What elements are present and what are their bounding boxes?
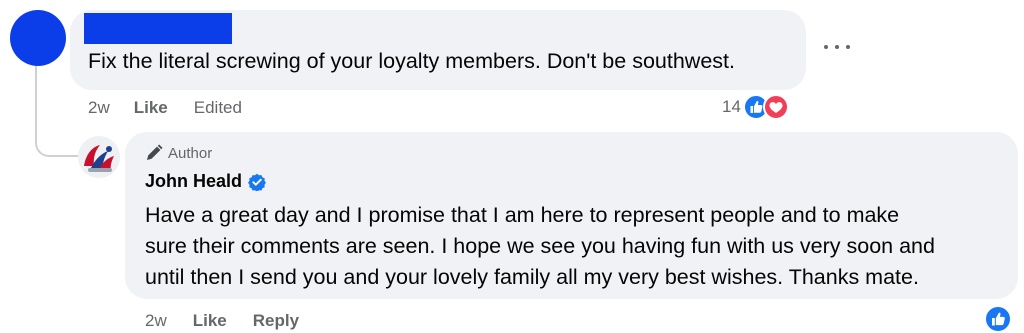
author-avatar[interactable] bbox=[78, 136, 120, 178]
verified-badge-icon bbox=[248, 173, 267, 191]
like-button[interactable]: Like bbox=[134, 98, 168, 118]
edited-label: Edited bbox=[193, 98, 242, 117]
author-avatar-image bbox=[78, 136, 120, 178]
author-badge-label: Author bbox=[168, 144, 213, 162]
author-name[interactable]: John Heald bbox=[145, 171, 242, 192]
love-icon bbox=[762, 94, 789, 120]
reply-text-line: sure their comments are seen. I hope we … bbox=[145, 234, 935, 258]
thread-connector-line bbox=[35, 66, 79, 157]
reply-bubble: Author John Heald Have a great day and I… bbox=[125, 132, 1018, 299]
comment-bubble: Fix the literal screwing of your loyalty… bbox=[70, 10, 806, 90]
author-badge: Author bbox=[145, 144, 212, 162]
reply-like-button[interactable]: Like bbox=[193, 311, 227, 331]
comment-actions: 2w Like Edited bbox=[88, 98, 242, 118]
reply-text-line: until then I send you and your lovely fa… bbox=[145, 265, 919, 289]
comment-text: Fix the literal screwing of your loyalty… bbox=[88, 49, 735, 73]
reply-timestamp[interactable]: 2w bbox=[145, 311, 167, 331]
reply-text: Have a great day and I promise that I am… bbox=[145, 200, 1011, 293]
reply-text-line: Have a great day and I promise that I am… bbox=[145, 203, 900, 227]
reaction-count: 14 bbox=[722, 97, 741, 116]
commenter-avatar[interactable] bbox=[10, 10, 66, 66]
more-options-button[interactable] bbox=[824, 38, 850, 56]
reaction-summary[interactable]: 14 bbox=[722, 94, 789, 120]
comment-timestamp[interactable]: 2w bbox=[88, 98, 110, 118]
reply-actions: 2w Like Reply bbox=[145, 311, 299, 331]
redacted-author-name bbox=[84, 13, 232, 44]
like-icon[interactable] bbox=[984, 305, 1012, 333]
reply-button[interactable]: Reply bbox=[253, 311, 299, 331]
author-row: John Heald bbox=[145, 171, 267, 192]
ellipsis-icon bbox=[824, 45, 828, 49]
pen-icon bbox=[147, 144, 163, 160]
